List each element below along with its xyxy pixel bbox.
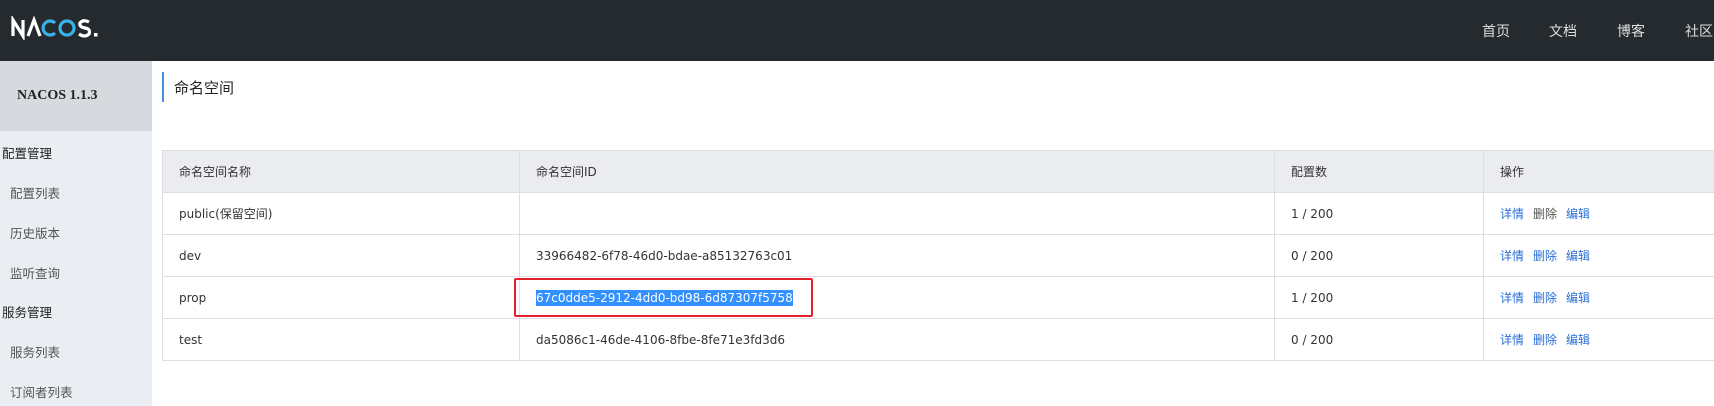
sidebar-item-listener-query[interactable]: 监听查询 <box>10 263 60 282</box>
namespace-id[interactable]: 67c0dde5-2912-4dd0-bd98-6d87307f5758 <box>519 276 1275 319</box>
namespace-table: 命名空间名称 命名空间ID 配置数 操作 public(保留空间) 1 / 20… <box>162 150 1714 361</box>
nav-item-home[interactable]: 首页 <box>1482 0 1510 61</box>
table-header-row: 命名空间名称 命名空间ID 配置数 操作 <box>162 150 1714 193</box>
row-actions: 详情 删除 编辑 <box>1483 192 1714 235</box>
delete-link[interactable]: 删除 <box>1533 249 1557 263</box>
sidebar: NACOS 1.1.3 配置管理 配置列表 历史版本 监听查询 服务管理 服务列… <box>0 61 152 406</box>
detail-link[interactable]: 详情 <box>1500 249 1524 263</box>
sidebar-group-config[interactable]: 配置管理 <box>2 143 52 162</box>
edit-link[interactable]: 编辑 <box>1566 333 1590 347</box>
nav-item-blog[interactable]: 博客 <box>1617 0 1645 61</box>
namespace-id <box>519 192 1275 235</box>
selected-id-text[interactable]: 67c0dde5-2912-4dd0-bd98-6d87307f5758 <box>536 289 793 306</box>
column-header-id: 命名空间ID <box>519 150 1275 193</box>
namespace-name: public(保留空间) <box>162 192 520 235</box>
delete-link[interactable]: 删除 <box>1533 333 1557 347</box>
sidebar-item-service-list[interactable]: 服务列表 <box>10 342 60 361</box>
top-navbar: 首页 文档 博客 社区 <box>0 0 1714 61</box>
row-actions: 详情 删除 编辑 <box>1483 318 1714 361</box>
edit-link[interactable]: 编辑 <box>1566 207 1590 221</box>
delete-link[interactable]: 删除 <box>1533 291 1557 305</box>
main-content: 命名空间 命名空间名称 命名空间ID 配置数 操作 public(保留空间) 1… <box>152 61 1714 406</box>
namespace-id: 33966482-6f78-46d0-bdae-a85132763c01 <box>519 234 1275 277</box>
version-label: NACOS 1.1.3 <box>0 61 152 131</box>
namespace-id: da5086c1-46de-4106-8fbe-8fe71e3fd3d6 <box>519 318 1275 361</box>
config-count: 0 / 200 <box>1274 234 1484 277</box>
page-title: 命名空间 <box>162 72 234 102</box>
sidebar-item-subscriber-list[interactable]: 订阅者列表 <box>10 382 73 401</box>
table-row: prop 67c0dde5-2912-4dd0-bd98-6d87307f575… <box>162 276 1714 319</box>
table-row: dev 33966482-6f78-46d0-bdae-a85132763c01… <box>162 234 1714 277</box>
table-row: public(保留空间) 1 / 200 详情 删除 编辑 <box>162 192 1714 235</box>
table-row: test da5086c1-46de-4106-8fbe-8fe71e3fd3d… <box>162 318 1714 361</box>
config-count: 1 / 200 <box>1274 192 1484 235</box>
column-header-name: 命名空间名称 <box>162 150 520 193</box>
sidebar-item-history[interactable]: 历史版本 <box>10 223 60 242</box>
detail-link[interactable]: 详情 <box>1500 333 1524 347</box>
nav-item-docs[interactable]: 文档 <box>1549 0 1577 61</box>
config-count: 1 / 200 <box>1274 276 1484 319</box>
namespace-name: dev <box>162 234 520 277</box>
column-header-actions: 操作 <box>1483 150 1714 193</box>
edit-link[interactable]: 编辑 <box>1566 291 1590 305</box>
nav-item-community[interactable]: 社区 <box>1685 0 1713 61</box>
sidebar-item-config-list[interactable]: 配置列表 <box>10 183 60 202</box>
namespace-name: test <box>162 318 520 361</box>
delete-link[interactable]: 删除 <box>1533 207 1557 221</box>
detail-link[interactable]: 详情 <box>1500 291 1524 305</box>
config-count: 0 / 200 <box>1274 318 1484 361</box>
namespace-name: prop <box>162 276 520 319</box>
edit-link[interactable]: 编辑 <box>1566 249 1590 263</box>
nacos-logo-icon <box>11 16 98 40</box>
column-header-count: 配置数 <box>1274 150 1484 193</box>
row-actions: 详情 删除 编辑 <box>1483 234 1714 277</box>
nacos-logo[interactable] <box>11 13 111 43</box>
sidebar-group-service[interactable]: 服务管理 <box>2 302 52 321</box>
row-actions: 详情 删除 编辑 <box>1483 276 1714 319</box>
detail-link[interactable]: 详情 <box>1500 207 1524 221</box>
